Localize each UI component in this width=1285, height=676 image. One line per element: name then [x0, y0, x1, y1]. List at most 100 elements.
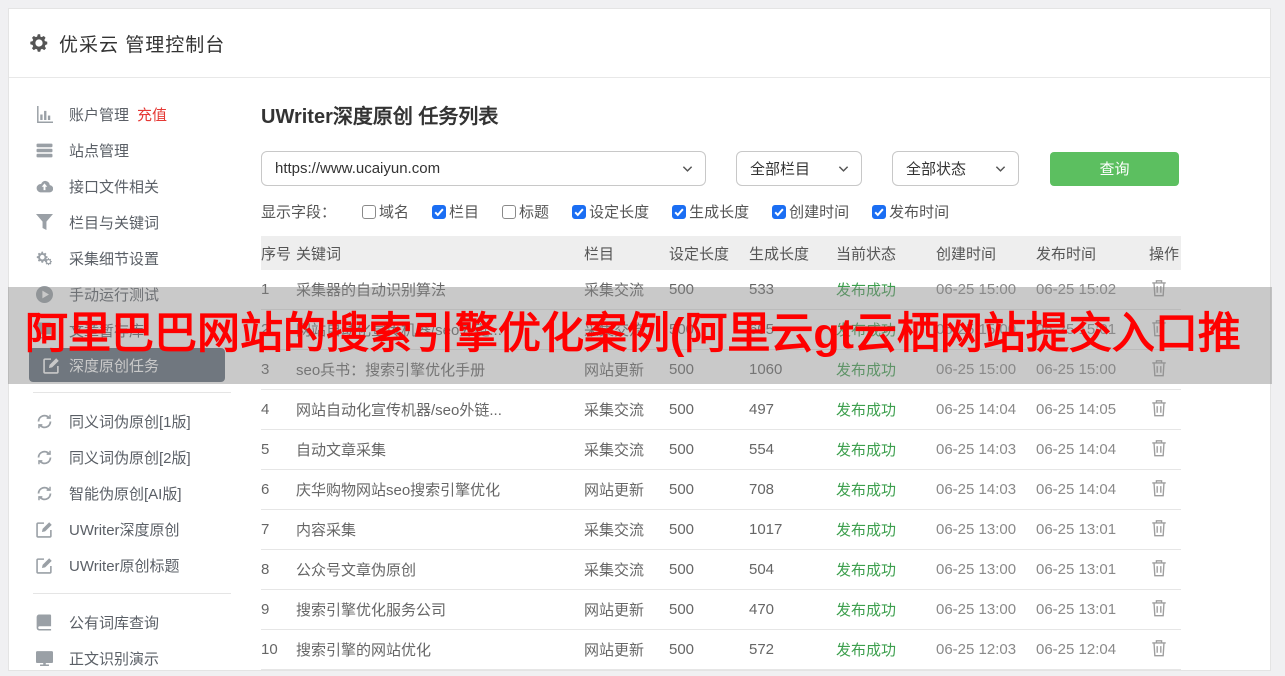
field-checkbox-域名[interactable]: 域名 [362, 201, 409, 222]
column-select[interactable]: 全部栏目 [736, 151, 862, 186]
app-title: 优采云 管理控制台 [59, 34, 226, 56]
trash-icon[interactable] [1151, 599, 1167, 617]
checkbox-checked-icon[interactable] [772, 204, 787, 219]
sidebar-item[interactable]: 栏目与关键词 [9, 204, 249, 240]
set-length: 500 [669, 509, 749, 550]
trash-icon[interactable] [1151, 399, 1167, 417]
actions-cell [1149, 549, 1181, 590]
status-select[interactable]: 全部状态 [892, 151, 1019, 186]
sidebar-item-label: 公有词库查询 [69, 614, 160, 632]
sidebar-item[interactable]: 智能伪原创[AI版] [9, 475, 249, 511]
row-index: 4 [261, 389, 296, 430]
trash-icon[interactable] [1151, 639, 1167, 657]
column-header: 发布时间 [1036, 236, 1149, 270]
trash-icon[interactable] [1151, 559, 1167, 577]
column-header: 关键词 [296, 236, 584, 270]
row-index: 9 [261, 589, 296, 630]
category: 采集交流 [584, 389, 669, 430]
sidebar-item[interactable]: 账户管理 充值 [9, 96, 249, 132]
column-header: 设定长度 [669, 236, 749, 270]
keyword: 网站自动化宣传机器/seo外链... [296, 389, 584, 430]
field-checkbox-标题[interactable]: 标题 [502, 201, 549, 222]
bar-chart-icon [36, 105, 53, 123]
chevron-down-icon [838, 165, 849, 173]
page-title: UWriter深度原创 任务列表 [261, 106, 499, 128]
publish-time: 06-25 13:01 [1036, 589, 1149, 630]
checkbox-unchecked-icon[interactable] [502, 204, 517, 219]
column-header: 序号 [261, 236, 296, 270]
checkbox-unchecked-icon[interactable] [362, 204, 377, 219]
field-checkbox-label: 发布时间 [889, 204, 950, 221]
sidebar-item[interactable]: 同义词伪原创[1版] [9, 403, 249, 439]
sidebar-item-label: 智能伪原创[AI版] [69, 485, 182, 503]
publish-time: 06-25 12:04 [1036, 629, 1149, 670]
field-checkbox-生成长度[interactable]: 生成长度 [672, 201, 749, 222]
table-row: 5 自动文章采集 采集交流 500 554 发布成功 06-25 14:03 06-25 14… [261, 429, 1181, 470]
site-select[interactable]: https://www.ucaiyun.com [261, 151, 706, 186]
actions-cell [1149, 429, 1181, 470]
sidebar-item-label: UWriter深度原创 [69, 521, 180, 539]
checkbox-checked-icon[interactable] [872, 204, 887, 219]
column-header: 生成长度 [749, 236, 836, 270]
field-checkbox-创建时间[interactable]: 创建时间 [772, 201, 849, 222]
sidebar-item-label: 正文识别演示 [69, 650, 160, 668]
checkbox-checked-icon[interactable] [572, 204, 587, 219]
cloud-upload-icon [36, 178, 53, 195]
gears-icon [36, 250, 53, 267]
actions-cell [1149, 389, 1181, 430]
gear-icon [29, 33, 49, 53]
sidebar-item[interactable]: 站点管理 [9, 132, 249, 168]
chevron-down-icon [995, 165, 1006, 173]
row-index: 5 [261, 429, 296, 470]
publish-time: 06-25 13:01 [1036, 549, 1149, 590]
sidebar-item[interactable]: 公有词库查询 [9, 604, 249, 640]
watermark-text: 阿里巴巴网站的搜索引擎优化案例(阿里云gt云栖网站提交入口推 [25, 310, 1241, 358]
field-checkbox-label: 栏目 [449, 204, 480, 221]
actions-cell [1149, 629, 1181, 670]
create-time: 06-25 12:03 [936, 629, 1036, 670]
sidebar-item[interactable]: 接口文件相关 [9, 168, 249, 204]
sidebar-item[interactable]: 采集细节设置 [9, 240, 249, 276]
field-checkbox-栏目[interactable]: 栏目 [432, 201, 479, 222]
filter-row: https://www.ucaiyun.com 全部栏目 全部状态 查询 [261, 151, 1270, 186]
category: 网站更新 [584, 589, 669, 630]
display-fields-options: 域名 栏目 标题 设定长度 生成长度 创建时间 发布时间 [362, 201, 972, 222]
sidebar-item[interactable]: 同义词伪原创[2版] [9, 439, 249, 475]
set-length: 500 [669, 429, 749, 470]
publish-time: 06-25 14:04 [1036, 429, 1149, 470]
trash-icon[interactable] [1151, 479, 1167, 497]
trash-icon[interactable] [1151, 439, 1167, 457]
set-length: 500 [669, 389, 749, 430]
edit-icon [36, 557, 53, 574]
status-select-value: 全部状态 [906, 161, 967, 178]
keyword: 自动文章采集 [296, 429, 584, 470]
category: 采集交流 [584, 429, 669, 470]
gen-length: 497 [749, 389, 836, 430]
sidebar-divider [33, 392, 231, 393]
field-checkbox-设定长度[interactable]: 设定长度 [572, 201, 649, 222]
field-checkbox-label: 创建时间 [789, 204, 850, 221]
row-index: 6 [261, 469, 296, 510]
table-row: 8 公众号文章伪原创 采集交流 500 504 发布成功 06-25 13:00 06-25 … [261, 549, 1181, 590]
checkbox-checked-icon[interactable] [432, 204, 447, 219]
sidebar-item-label: 栏目与关键词 [69, 214, 160, 232]
create-time: 06-25 14:03 [936, 429, 1036, 470]
sidebar-item[interactable]: UWriter深度原创 [9, 511, 249, 547]
status-text: 发布成功 [836, 389, 936, 430]
query-button[interactable]: 查询 [1050, 151, 1179, 186]
field-checkbox-label: 生成长度 [689, 204, 750, 221]
monitor-icon [36, 650, 53, 667]
status-text: 发布成功 [836, 509, 936, 550]
table-row: 7 内容采集 采集交流 500 1017 发布成功 06-25 13:00 06-25 13:… [261, 509, 1181, 550]
set-length: 500 [669, 589, 749, 630]
trash-icon[interactable] [1151, 519, 1167, 537]
field-checkbox-发布时间[interactable]: 发布时间 [872, 201, 949, 222]
watermark-overlay: 阿里巴巴网站的搜索引擎优化案例(阿里云gt云栖网站提交入口推 [8, 287, 1272, 384]
actions-cell [1149, 509, 1181, 550]
table-row: 9 搜索引擎优化服务公司 网站更新 500 470 发布成功 06-25 13:00 06-2… [261, 589, 1181, 630]
sidebar-item[interactable]: UWriter原创标题 [9, 547, 249, 583]
filter-icon [36, 213, 53, 231]
recharge-badge[interactable]: 充值 [137, 104, 167, 125]
checkbox-checked-icon[interactable] [672, 204, 687, 219]
status-text: 发布成功 [836, 589, 936, 630]
